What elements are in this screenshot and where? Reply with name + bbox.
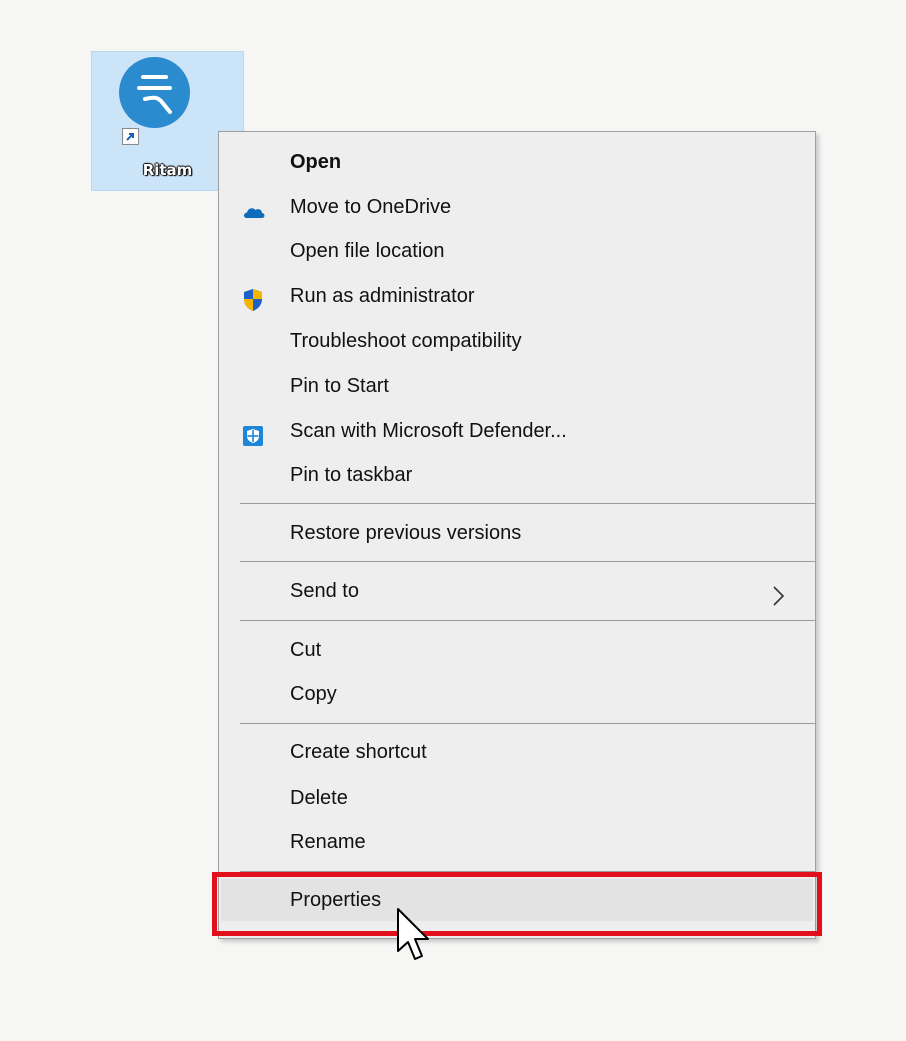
menu-separator [240, 723, 815, 724]
menu-item-cut[interactable]: Cut [221, 629, 813, 671]
menu-separator [240, 871, 815, 872]
menu-item-label: Scan with Microsoft Defender... [290, 420, 567, 442]
menu-separator [240, 561, 815, 562]
chevron-right-icon [767, 580, 789, 606]
menu-item-delete[interactable]: Delete [221, 777, 813, 819]
menu-separator [240, 503, 815, 504]
menu-item-label: Pin to Start [290, 375, 389, 397]
menu-separator [240, 620, 815, 621]
menu-item-pin-to-start[interactable]: Pin to Start [221, 365, 813, 407]
menu-item-run-as-administrator[interactable]: Run as administrator [221, 275, 813, 317]
menu-item-label: Cut [290, 639, 322, 661]
menu-item-open[interactable]: Open [221, 141, 813, 183]
menu-item-label: Restore previous versions [290, 522, 522, 544]
menu-item-label: Create shortcut [290, 741, 427, 763]
desktop-background: Ritam Open Move to OneDrive Open file lo… [0, 0, 906, 1041]
menu-item-label: Open [290, 151, 342, 173]
menu-item-label: Send to [290, 580, 359, 602]
shortcut-overlay-icon [122, 128, 139, 145]
menu-item-create-shortcut[interactable]: Create shortcut [221, 731, 813, 773]
menu-item-properties[interactable]: Properties [221, 879, 813, 921]
menu-item-label: Copy [290, 683, 337, 705]
menu-item-label: Move to OneDrive [290, 196, 452, 218]
menu-item-copy[interactable]: Copy [221, 673, 813, 715]
menu-item-label: Pin to taskbar [290, 464, 413, 486]
ritam-app-icon [119, 57, 190, 128]
menu-item-restore-previous-versions[interactable]: Restore previous versions [221, 512, 813, 554]
menu-item-move-to-onedrive[interactable]: Move to OneDrive [221, 186, 813, 228]
menu-item-label: Properties [290, 889, 382, 911]
menu-item-label: Open file location [290, 240, 445, 262]
menu-item-label: Troubleshoot compatibility [290, 330, 522, 352]
menu-item-send-to[interactable]: Send to [221, 570, 813, 612]
onedrive-cloud-icon [242, 196, 265, 218]
uac-shield-icon [242, 285, 264, 311]
menu-item-scan-with-defender[interactable]: Scan with Microsoft Defender... [221, 410, 813, 452]
menu-item-troubleshoot-compatibility[interactable]: Troubleshoot compatibility [221, 320, 813, 362]
defender-icon [242, 420, 264, 446]
menu-item-pin-to-taskbar[interactable]: Pin to taskbar [221, 454, 813, 496]
menu-item-open-file-location[interactable]: Open file location [221, 230, 813, 272]
menu-item-label: Rename [290, 831, 366, 853]
context-menu: Open Move to OneDrive Open file location… [218, 131, 816, 939]
menu-item-label: Run as administrator [290, 285, 475, 307]
menu-item-label: Delete [290, 787, 348, 809]
menu-item-rename[interactable]: Rename [221, 821, 813, 863]
mouse-pointer-icon [393, 907, 433, 965]
